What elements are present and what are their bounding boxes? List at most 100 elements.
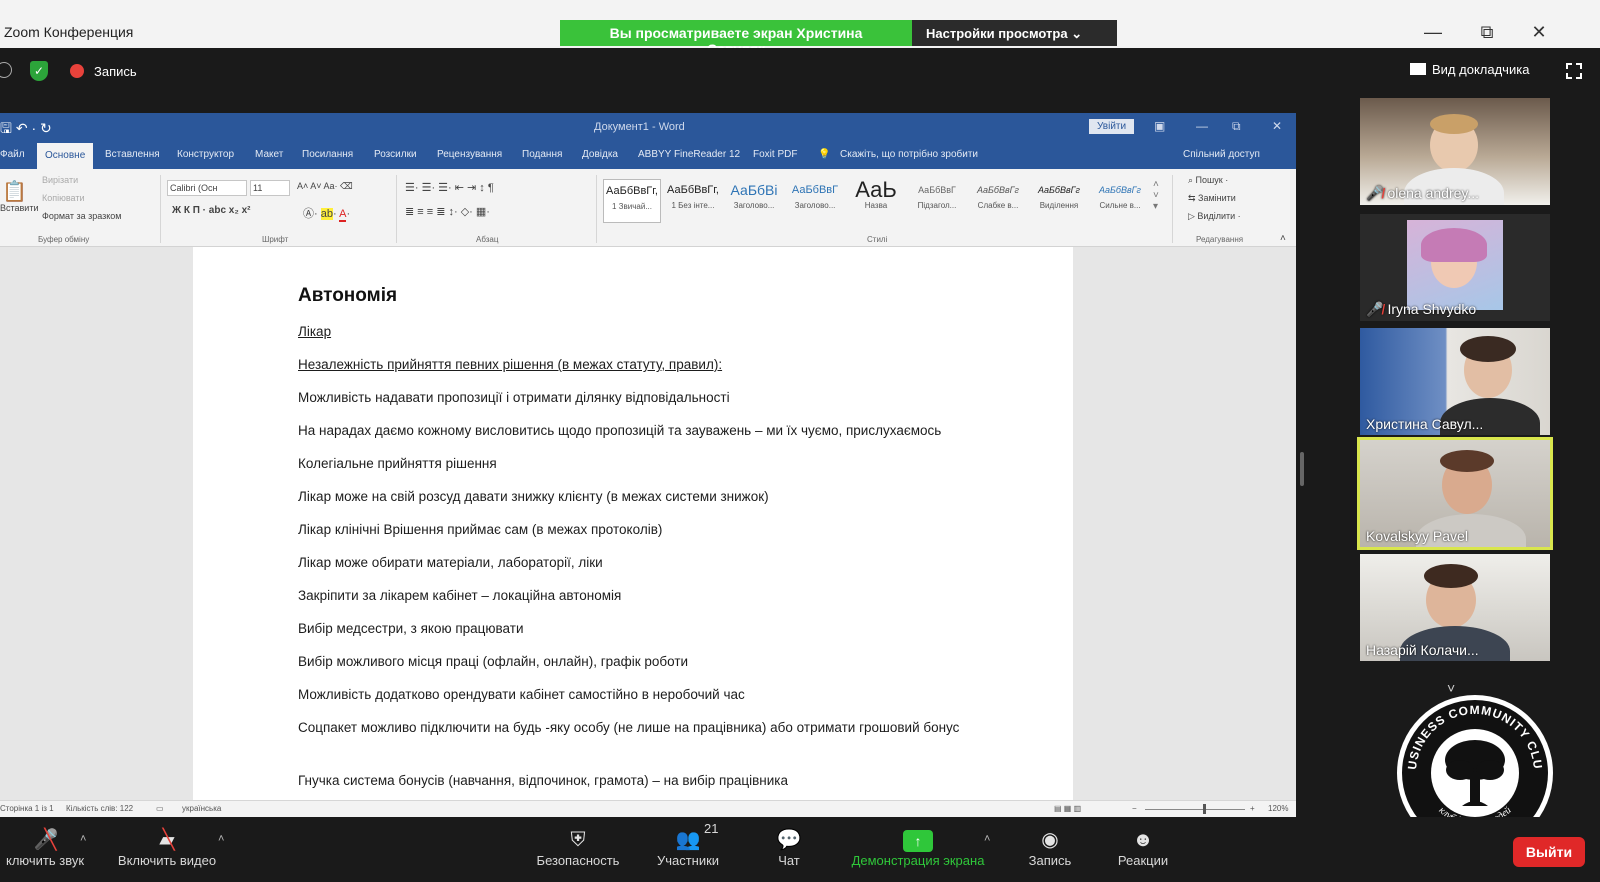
view-settings-button[interactable]: Настройки просмотра ⌄ [912,20,1117,46]
tab-view[interactable]: Подання [522,149,562,160]
participant-name: 🎤̸ Iryna Shvydko [1366,301,1477,317]
app-title: Zoom Конференция [4,24,134,40]
style-subtitle[interactable]: АаБбВвГ Підзагол... [908,179,966,223]
close-icon[interactable]: ✕ [1524,22,1554,43]
meeting-toolbar: 🎤╲ ключить звук ˄ ▰╲ Включить видео ˄ ⛨ … [0,817,1600,882]
style-label: Заголово... [733,201,775,210]
start-video-button[interactable]: ▰╲ Включить видео [112,827,222,868]
document-area: Автономія Лікар Незалежність прийняття п… [0,247,1296,807]
align-buttons[interactable]: ≣ ≡ ≡ ≣ ↕· ◇· ▦· [405,205,490,218]
chat-button[interactable]: 💬 Чат [764,827,814,868]
copy-button[interactable]: Копіювати [42,193,85,203]
video-options-icon[interactable]: ˄ [218,833,224,845]
font-name-select[interactable]: Calibri (Осн [167,180,247,196]
format-painter-button[interactable]: Формат за зразком [42,211,122,221]
minimize-icon[interactable]: — [1418,22,1448,43]
word-close-icon[interactable]: ✕ [1272,119,1282,133]
view-mode-icons[interactable]: ▤ ▦ ▥ [1054,804,1081,813]
grow-font-icon[interactable]: A˄ A˅ Aa· ⌫ [297,181,353,192]
participant-tile[interactable]: Христина Савул... [1360,328,1550,435]
tab-insert[interactable]: Вставлення [105,149,160,160]
style-heading-1[interactable]: АаБбВі Заголово... [725,179,783,223]
share-screen-button[interactable]: ↑ Демонстрация экрана [840,827,996,868]
tab-references[interactable]: Посилання [302,149,353,160]
style-no-spacing[interactable]: АаБбВвГг, 1 Без інте... [664,179,722,223]
record-label: Запись [1028,853,1072,868]
zoom-out-icon[interactable]: − [1132,804,1137,813]
tab-abbyy[interactable]: ABBYY FineReader 12 [638,149,740,160]
unmute-button[interactable]: 🎤╲ ключить звук [0,827,90,868]
share-options-icon[interactable]: ˄ [984,833,990,845]
tab-home[interactable]: Основне [37,143,94,169]
style-heading-2[interactable]: АаБбВвГ Заголово... [786,179,844,223]
record-button[interactable]: ◉ Запись [1020,827,1080,868]
styles-scroll-icon[interactable]: ˄ ˅ ▾ [1153,179,1159,212]
sign-in-button[interactable]: Увійти [1089,119,1135,134]
restore-icon[interactable]: ⧉ [1472,22,1502,43]
participant-tile-active-speaker[interactable]: Kovalskyy Pavel [1357,437,1553,550]
font-format-buttons[interactable]: Ж К П · abc x₂ x² [172,205,250,216]
style-title[interactable]: АаЬ Назва [847,179,905,223]
video-off-icon: ▰╲ [159,829,175,851]
highlight-color-icon[interactable]: Ⓐ· ab· A· [303,205,350,222]
panel-resize-handle[interactable] [1300,452,1304,486]
document-page[interactable]: Автономія Лікар Незалежність прийняття п… [193,247,1073,807]
doc-line: Можливість додатково орендувати кабінет … [298,687,745,702]
tell-me-input[interactable]: Скажіть, що потрібно зробити [840,149,978,160]
recording-icon [70,64,84,78]
style-emphasis[interactable]: АаБбВвГг Виділення [1030,179,1088,223]
list-buttons[interactable]: ☰· ☰· ☰· ⇤ ⇥ ↕ ¶ [405,181,494,194]
doc-line: Лікар клінічні Врішення приймає сам (в м… [298,522,663,537]
tab-file[interactable]: Файл [0,149,25,160]
ribbon-display-icon[interactable]: ▣ [1154,119,1165,133]
style-intense-emphasis[interactable]: АаБбВвГг Сильне в... [1091,179,1149,223]
fullscreen-icon[interactable] [1566,63,1582,79]
share-banner: Вы просматриваете экран Христина Савуляк… [560,20,1117,57]
tab-mailings[interactable]: Розсилки [374,149,417,160]
tab-help[interactable]: Довідка [582,149,618,160]
tab-design[interactable]: Конструктор [177,149,234,160]
participant-tile[interactable]: 🎤̸ Iryna Shvydko [1360,214,1550,321]
reactions-button[interactable]: ☻ Реакции [1110,827,1176,868]
select-button[interactable]: ▷ Виділити · [1188,211,1241,222]
participant-name: Христина Савул... [1366,416,1484,432]
cut-button[interactable]: Вирізати [42,175,78,185]
zoom-slider-thumb[interactable] [1203,804,1206,814]
zoom-in-icon[interactable]: + [1250,804,1255,813]
tab-foxit[interactable]: Foxit PDF [753,149,797,160]
shield-icon: ⛨ [570,829,586,851]
ribbon-tabs: Файл Основне Вставлення Конструктор Маке… [0,141,1296,169]
share-button[interactable]: Спільний доступ [1183,149,1260,160]
replace-button[interactable]: ⇆ Замінити [1188,193,1236,204]
participants-label: Участники [656,853,720,868]
window-titlebar: Zoom Конференция Вы просматриваете экран… [0,0,1600,57]
tab-review[interactable]: Рецензування [437,149,502,160]
participant-tile[interactable]: 🎤̸ olena andrey... [1360,98,1550,205]
participant-tile[interactable]: Назарій Колачи... [1360,554,1550,661]
proofing-icon[interactable]: ▭ [156,804,164,813]
audio-options-icon[interactable]: ˄ [80,833,86,845]
font-size-select[interactable]: 11 [250,180,290,196]
style-normal[interactable]: АаБбВвГг, 1 Звичай... [603,179,661,223]
word-restore-icon[interactable]: ⧉ [1232,119,1241,134]
doc-line: Вибір медсестри, з якою працювати [298,621,524,636]
tab-layout[interactable]: Макет [255,149,283,160]
find-button[interactable]: ⌕ Пошук · [1188,175,1228,186]
paragraph-group-label: Абзац [476,235,499,244]
smiley-icon: ☻ [1132,829,1154,851]
collapse-ribbon-icon[interactable]: ˄ [1280,233,1286,244]
speaker-view-button[interactable]: Вид докладчика [1410,62,1529,77]
quick-access-toolbar: 🖫 ↶ · ↻ [0,120,52,136]
style-subtle-emphasis[interactable]: АаБбВвГг Слабке в... [969,179,1027,223]
leave-button[interactable]: Выйти [1513,837,1585,867]
zoom-slider[interactable] [1145,809,1245,810]
paste-button[interactable]: Вставити [0,203,39,213]
doc-line: Колегіальне прийняття рішення [298,456,497,471]
chat-icon: 💬 [776,829,802,851]
avatar-hair [1421,228,1487,262]
security-button[interactable]: ⛨ Безопасность [532,827,624,868]
info-icon[interactable] [0,62,12,78]
word-minimize-icon[interactable]: — [1196,119,1208,133]
encryption-shield-icon[interactable]: ✓ [30,61,48,81]
page-count: Сторінка 1 із 1 [0,804,54,813]
